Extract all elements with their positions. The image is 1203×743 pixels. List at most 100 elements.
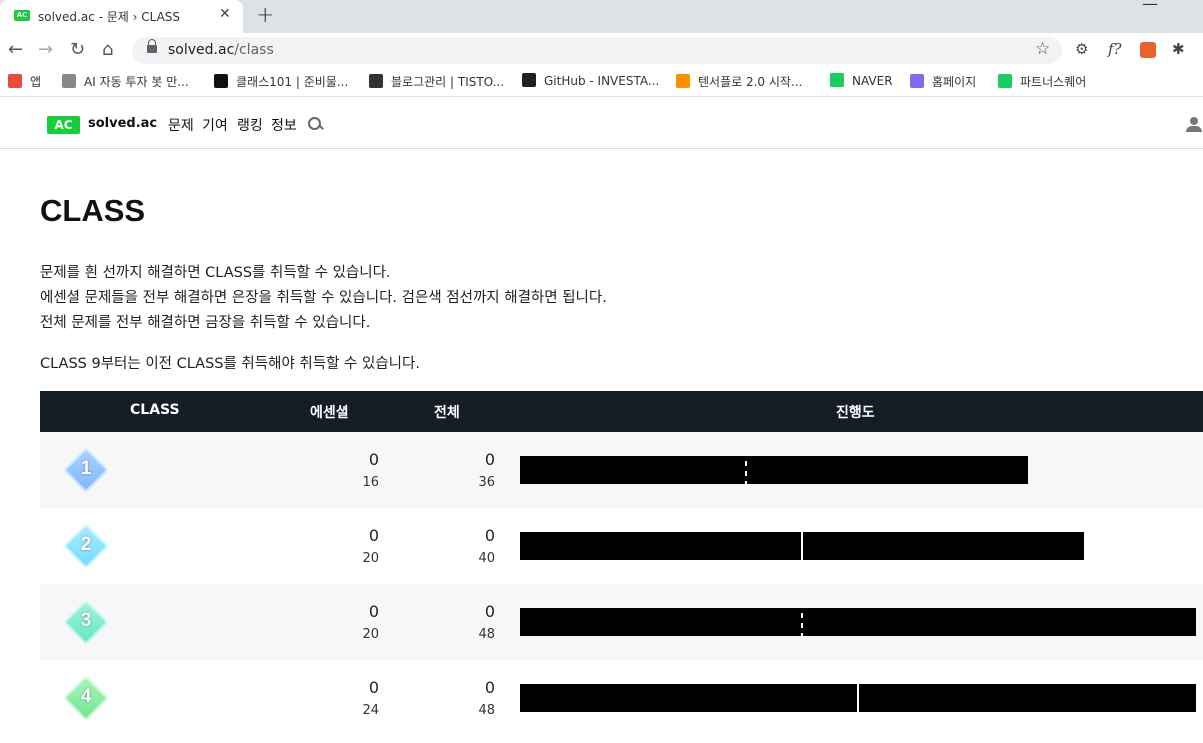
header-class: CLASS bbox=[130, 402, 180, 418]
back-arrow-icon[interactable]: ← bbox=[8, 39, 23, 60]
header-total: 전체 bbox=[434, 405, 460, 421]
bookmark-label: GitHub - INVESTA... bbox=[544, 74, 660, 88]
total-problem-count: 36 bbox=[478, 475, 495, 490]
home-icon[interactable]: ⌂ bbox=[102, 39, 113, 60]
class-badge-icon[interactable]: 2 bbox=[63, 523, 109, 569]
url-path: /class bbox=[234, 42, 274, 58]
class-row[interactable]: 3 0 20 0 48 bbox=[40, 584, 1203, 660]
class101-icon bbox=[214, 74, 228, 88]
url-text: solved.ac/class bbox=[168, 42, 274, 58]
bookmark-item[interactable]: 텐서플로 2.0 시작... bbox=[676, 73, 802, 90]
total-problem-count: 48 bbox=[478, 703, 495, 718]
progress-bar bbox=[520, 532, 1084, 560]
bookmark-label: 앱 bbox=[30, 75, 42, 89]
bookmark-label: 클래스101 | 준비물... bbox=[236, 75, 349, 89]
url-input[interactable]: solved.ac/class ☆ bbox=[132, 37, 1062, 64]
essential-threshold-marker bbox=[857, 684, 859, 712]
essential-total-count: 24 bbox=[362, 703, 379, 718]
essential-threshold-marker bbox=[745, 456, 747, 484]
progress-bar-track bbox=[520, 608, 1196, 636]
bookmark-item[interactable]: 클래스101 | 준비물... bbox=[214, 73, 348, 90]
tensorflow-icon bbox=[676, 74, 690, 88]
bookmark-item[interactable]: GitHub - INVESTA... bbox=[522, 73, 659, 88]
bookmarks-bar: 앱 AI 자동 투자 봇 만... 클래스101 | 준비물... 블로그관리 | T… bbox=[0, 67, 1203, 97]
site-logo-text[interactable]: solved.ac bbox=[88, 116, 157, 131]
user-icon[interactable] bbox=[1186, 117, 1202, 133]
site-navbar: AC solved.ac 문제 기여 랭킹 정보 bbox=[0, 101, 1203, 149]
essential-total-count: 20 bbox=[362, 551, 379, 566]
extensions-puzzle-icon[interactable]: ✱ bbox=[1172, 40, 1185, 58]
minimize-window-button[interactable]: — bbox=[1142, 0, 1158, 13]
nav-problems[interactable]: 문제 bbox=[168, 115, 194, 135]
nav-ranking[interactable]: 랭킹 bbox=[237, 115, 263, 135]
github-icon bbox=[522, 73, 536, 87]
forward-arrow-icon[interactable]: → bbox=[38, 39, 53, 60]
extension-formula-icon[interactable]: f? bbox=[1108, 40, 1122, 58]
tistory-icon bbox=[369, 74, 383, 88]
header-progress: 진행도 bbox=[836, 405, 875, 421]
nav-info[interactable]: 정보 bbox=[271, 115, 297, 135]
class-badge-icon[interactable]: 1 bbox=[63, 447, 109, 493]
essential-solved-count: 0 bbox=[368, 678, 379, 697]
bookmark-item[interactable]: AI 자동 투자 봇 만... bbox=[62, 73, 189, 90]
url-host: solved.ac bbox=[168, 42, 235, 58]
homepage-icon bbox=[910, 74, 924, 88]
bookmark-item[interactable]: 파트너스퀘어 bbox=[998, 73, 1086, 90]
total-solved-count: 0 bbox=[484, 602, 495, 621]
page-title: CLASS bbox=[40, 193, 146, 228]
tab-favicon-icon: AC bbox=[14, 10, 30, 21]
close-icon[interactable]: ✕ bbox=[219, 6, 231, 22]
browser-tab-strip: AC solved.ac - 문제 › CLASS ✕ + — bbox=[0, 0, 1203, 33]
essential-solved-count: 0 bbox=[368, 450, 379, 469]
bookmark-label: AI 자동 투자 봇 만... bbox=[84, 75, 189, 89]
total-solved-count: 0 bbox=[484, 526, 495, 545]
essential-threshold-marker bbox=[801, 608, 803, 636]
bookmark-star-icon[interactable]: ☆ bbox=[1035, 39, 1050, 59]
bookmark-label: 블로그관리 | TISTO... bbox=[391, 75, 505, 89]
class-row[interactable]: 1 0 16 0 36 bbox=[40, 432, 1203, 508]
total-solved-count: 0 bbox=[484, 678, 495, 697]
bookmark-item[interactable]: 앱 bbox=[8, 73, 41, 90]
description-line-3: 전체 문제를 전부 해결하면 금장을 취득할 수 있습니다. bbox=[40, 315, 371, 331]
class-table-header: CLASS 에센셜 전체 진행도 bbox=[40, 391, 1203, 432]
essential-threshold-marker bbox=[801, 532, 803, 560]
apps-grid-icon bbox=[8, 74, 22, 88]
partnersquare-icon bbox=[998, 74, 1012, 88]
bookmark-item[interactable]: 블로그관리 | TISTO... bbox=[369, 73, 504, 90]
nav-contribute[interactable]: 기여 bbox=[202, 115, 228, 135]
class-badge-icon[interactable]: 4 bbox=[63, 675, 109, 721]
bookmark-item[interactable]: 홈페이지 bbox=[910, 73, 976, 90]
description-line-1: 문제를 흰 선까지 해결하면 CLASS를 취득할 수 있습니다. bbox=[40, 265, 391, 281]
browser-tab[interactable]: AC solved.ac - 문제 › CLASS ✕ bbox=[0, 0, 243, 33]
bookmark-label: 텐서플로 2.0 시작... bbox=[698, 75, 803, 89]
total-problem-count: 48 bbox=[478, 627, 495, 642]
address-bar-row: ← → ↻ ⌂ solved.ac/class ☆ ⚙ f? ✱ bbox=[0, 33, 1203, 67]
description-line-2: 에센셜 문제들을 전부 해결하면 은장을 취득할 수 있습니다. 검은색 점선까… bbox=[40, 290, 607, 306]
progress-bar bbox=[520, 456, 1028, 484]
class-row[interactable]: 2 0 20 0 40 bbox=[40, 508, 1203, 584]
wiki-icon bbox=[62, 74, 76, 88]
extension-ex-icon[interactable] bbox=[1140, 42, 1156, 58]
tab-title: solved.ac - 문제 › CLASS bbox=[38, 10, 181, 24]
class-number: 4 bbox=[80, 686, 92, 707]
class-row[interactable]: 4 0 24 0 48 bbox=[40, 660, 1203, 736]
class-number: 3 bbox=[80, 610, 92, 631]
class-number: 1 bbox=[80, 458, 92, 479]
bookmark-label: NAVER bbox=[852, 74, 893, 88]
essential-solved-count: 0 bbox=[368, 526, 379, 545]
new-tab-button[interactable]: + bbox=[256, 3, 274, 28]
header-essential: 에센셜 bbox=[310, 405, 349, 421]
extension-gear-icon[interactable]: ⚙ bbox=[1075, 40, 1088, 58]
progress-bar bbox=[520, 608, 1196, 636]
site-logo-badge[interactable]: AC bbox=[47, 116, 80, 134]
essential-total-count: 20 bbox=[362, 627, 379, 642]
progress-bar-track bbox=[520, 456, 1028, 484]
bookmark-label: 홈페이지 bbox=[932, 75, 977, 89]
search-icon[interactable] bbox=[307, 116, 323, 132]
lock-icon[interactable] bbox=[147, 39, 157, 53]
total-solved-count: 0 bbox=[484, 450, 495, 469]
bookmark-item[interactable]: NAVER bbox=[830, 73, 893, 88]
class-badge-icon[interactable]: 3 bbox=[63, 599, 109, 645]
reload-icon[interactable]: ↻ bbox=[70, 39, 85, 60]
essential-total-count: 16 bbox=[362, 475, 379, 490]
